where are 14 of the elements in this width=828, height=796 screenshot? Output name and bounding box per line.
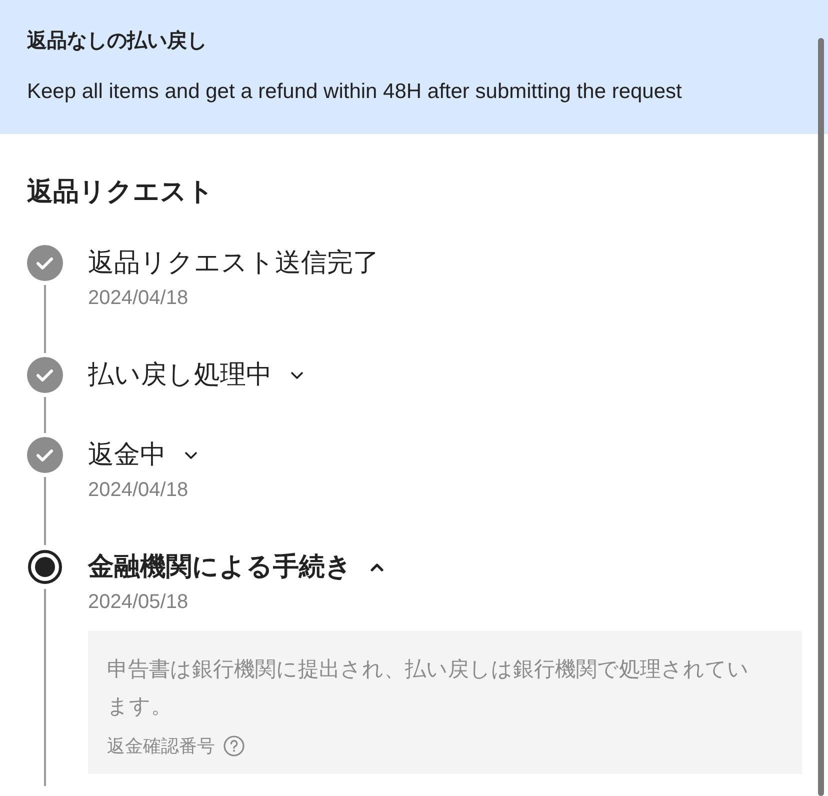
help-icon[interactable] (223, 735, 245, 757)
detail-label: 返金確認番号 (107, 734, 215, 758)
step-title: 返金中 (88, 438, 166, 471)
step-title: 払い戻し処理中 (88, 358, 272, 391)
step-title: 金融機関による手続き (88, 550, 352, 583)
banner-text: Keep all items and get a refund within 48H after submitting the request (27, 79, 683, 105)
step-title: 返品リクエスト送信完了 (88, 246, 379, 279)
step-date: 2024/04/18 (88, 478, 190, 502)
step-date: 2024/05/18 (88, 590, 190, 614)
scrollbar-thumb[interactable] (818, 38, 824, 796)
banner-title: 返品なしの払い戻し (27, 28, 208, 54)
detail-text: 申告書は銀行機関に提出され、払い戻しは銀行機関で処理されています。 (107, 656, 750, 720)
section-title: 返品リクエスト (27, 174, 215, 208)
step-date: 2024/04/18 (88, 286, 190, 310)
